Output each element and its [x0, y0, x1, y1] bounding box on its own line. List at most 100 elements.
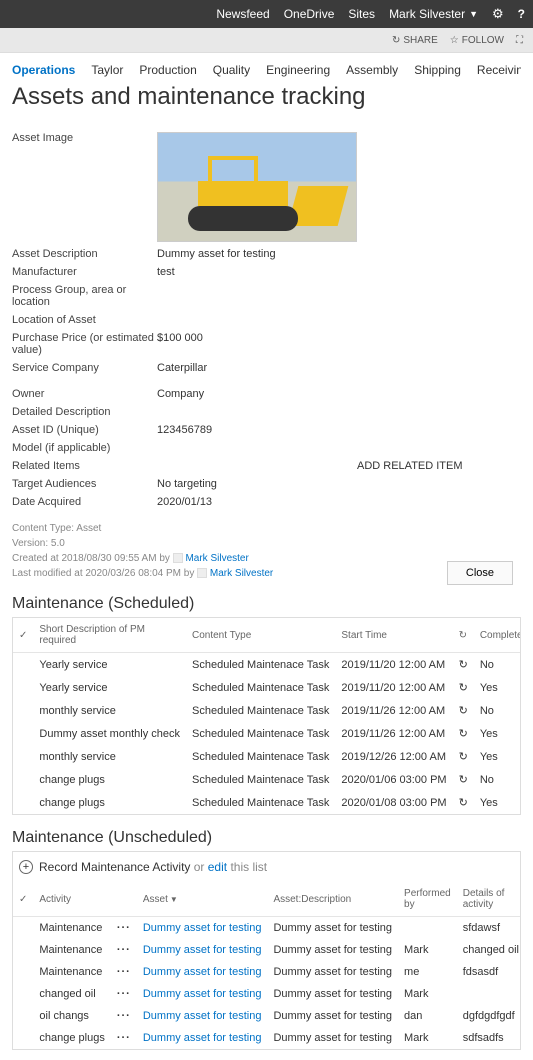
cell-activity: Maintenance: [33, 917, 110, 940]
col-completed[interactable]: Completed?: [474, 618, 521, 653]
cell-performed-by: [398, 917, 457, 940]
col-start-time[interactable]: Start Time: [335, 618, 452, 653]
recurrence-icon: ↻: [453, 745, 474, 768]
col-activity[interactable]: Activity: [33, 882, 110, 917]
cell-content-type: Scheduled Maintenace Task: [186, 745, 335, 768]
item-menu-icon[interactable]: ···: [117, 944, 131, 956]
modified-by-user[interactable]: Mark Silvester: [210, 568, 273, 579]
nav-item-production[interactable]: Production: [139, 63, 196, 77]
nav-item-assembly[interactable]: Assembly: [346, 63, 398, 77]
sites-link[interactable]: Sites: [348, 7, 375, 21]
field-value: 2020/01/13: [157, 496, 212, 508]
meta-created: Created at 2018/08/30 09:55 AM by: [12, 553, 170, 564]
onedrive-link[interactable]: OneDrive: [284, 7, 335, 21]
table-row[interactable]: change plugs···Dummy asset for testingDu…: [13, 1027, 521, 1049]
newsfeed-link[interactable]: Newsfeed: [216, 7, 269, 21]
col-asset-desc[interactable]: Asset:Description: [267, 882, 398, 917]
unscheduled-list: + Record Maintenance Activity or edit th…: [12, 851, 521, 1050]
col-details[interactable]: Details of activity: [457, 882, 521, 917]
table-row[interactable]: Maintenance···Dummy asset for testingDum…: [13, 939, 521, 961]
scheduled-list: Short Description of PM required Content…: [12, 617, 521, 815]
select-all-icon[interactable]: [19, 630, 27, 641]
cell-details: fdsasdf: [457, 961, 521, 983]
nav-item-shipping[interactable]: Shipping: [414, 63, 461, 77]
close-button[interactable]: Close: [447, 561, 513, 585]
created-by-user[interactable]: Mark Silvester: [185, 553, 248, 564]
table-row[interactable]: monthly serviceScheduled Maintenace Task…: [13, 699, 521, 722]
share-button[interactable]: ↻ SHARE: [392, 35, 438, 46]
field-label: Manufacturer: [12, 266, 157, 278]
item-menu-icon[interactable]: ···: [117, 1010, 131, 1022]
nav-item-taylor[interactable]: Taylor: [91, 63, 123, 77]
col-desc[interactable]: Short Description of PM required: [33, 618, 186, 653]
recurrence-icon: ↻: [453, 722, 474, 745]
meta-modified: Last modified at 2020/03/26 08:04 PM by: [12, 568, 194, 579]
cell-completed: Yes: [474, 791, 521, 814]
field-label: Related Items: [12, 460, 157, 472]
item-menu-icon[interactable]: ···: [117, 966, 131, 978]
table-row[interactable]: Maintenance···Dummy asset for testingDum…: [13, 917, 521, 940]
item-menu-icon[interactable]: ···: [117, 1032, 131, 1044]
recurrence-icon: ↻: [453, 676, 474, 699]
field-label: Location of Asset: [12, 314, 157, 326]
new-item-suffix: this list: [227, 860, 267, 874]
nav-item-receiving[interactable]: Receiving: [477, 63, 521, 77]
page-actions-bar: ↻ SHARE ☆ FOLLOW ⛶: [0, 28, 533, 52]
cell-desc: change plugs: [33, 791, 186, 814]
nav-item-quality[interactable]: Quality: [213, 63, 250, 77]
table-row[interactable]: Dummy asset monthly checkScheduled Maint…: [13, 722, 521, 745]
col-asset[interactable]: Asset: [137, 882, 268, 917]
item-metadata: Content Type: Asset Version: 5.0 Created…: [12, 521, 521, 581]
cell-completed: No: [474, 699, 521, 722]
cell-performed-by: me: [398, 961, 457, 983]
cell-asset-link[interactable]: Dummy asset for testing: [137, 917, 268, 940]
add-related-item-link[interactable]: ADD RELATED ITEM: [357, 460, 463, 472]
follow-button[interactable]: ☆ FOLLOW: [450, 35, 504, 46]
cell-start-time: 2019/12/26 12:00 AM: [335, 745, 452, 768]
page-title: Assets and maintenance tracking: [12, 83, 521, 111]
table-row[interactable]: Yearly serviceScheduled Maintenace Task2…: [13, 653, 521, 677]
table-row[interactable]: change plugsScheduled Maintenace Task202…: [13, 791, 521, 814]
field-label: Service Company: [12, 362, 157, 374]
select-all-icon[interactable]: [19, 894, 27, 905]
edit-list-link[interactable]: edit: [208, 860, 227, 874]
gear-icon[interactable]: [492, 6, 504, 22]
filter-icon: [168, 894, 178, 905]
recurrence-icon: ↻: [453, 768, 474, 791]
col-performed-by[interactable]: Performed by: [398, 882, 457, 917]
cell-completed: Yes: [474, 745, 521, 768]
cell-activity: changed oil: [33, 983, 110, 1005]
cell-activity: change plugs: [33, 1027, 110, 1049]
focus-icon[interactable]: ⛶: [516, 35, 523, 46]
cell-content-type: Scheduled Maintenace Task: [186, 676, 335, 699]
table-row[interactable]: change plugsScheduled Maintenace Task202…: [13, 768, 521, 791]
field-value: $100 000: [157, 332, 203, 356]
help-icon[interactable]: [518, 7, 525, 21]
new-item-row[interactable]: + Record Maintenance Activity or edit th…: [13, 852, 520, 882]
cell-asset-link[interactable]: Dummy asset for testing: [137, 1027, 268, 1049]
cell-details: changed oil: [457, 939, 521, 961]
nav-item-engineering[interactable]: Engineering: [266, 63, 330, 77]
item-menu-icon[interactable]: ···: [117, 922, 131, 934]
item-menu-icon[interactable]: ···: [117, 988, 131, 1000]
field-label: Owner: [12, 388, 157, 400]
new-item-label: Record Maintenance Activity: [39, 860, 190, 874]
field-value: No targeting: [157, 478, 217, 490]
cell-start-time: 2019/11/20 12:00 AM: [335, 653, 452, 677]
cell-details: [457, 983, 521, 1005]
cell-details: sdfsadfs: [457, 1027, 521, 1049]
user-presence-icon: [197, 568, 207, 578]
scheduled-heading: Maintenance (Scheduled): [12, 595, 521, 613]
table-row[interactable]: Yearly serviceScheduled Maintenace Task2…: [13, 676, 521, 699]
cell-completed: No: [474, 653, 521, 677]
user-menu[interactable]: Mark Silvester ▼: [389, 7, 478, 21]
table-row[interactable]: changed oil···Dummy asset for testingDum…: [13, 983, 521, 1005]
cell-asset-link[interactable]: Dummy asset for testing: [137, 983, 268, 1005]
field-label: Process Group, area or location: [12, 284, 157, 308]
col-content-type[interactable]: Content Type: [186, 618, 335, 653]
table-row[interactable]: Maintenance···Dummy asset for testingDum…: [13, 961, 521, 983]
nav-item-operations[interactable]: Operations: [12, 63, 75, 77]
cell-asset-link[interactable]: Dummy asset for testing: [137, 939, 268, 961]
cell-asset-link[interactable]: Dummy asset for testing: [137, 961, 268, 983]
table-row[interactable]: monthly serviceScheduled Maintenace Task…: [13, 745, 521, 768]
